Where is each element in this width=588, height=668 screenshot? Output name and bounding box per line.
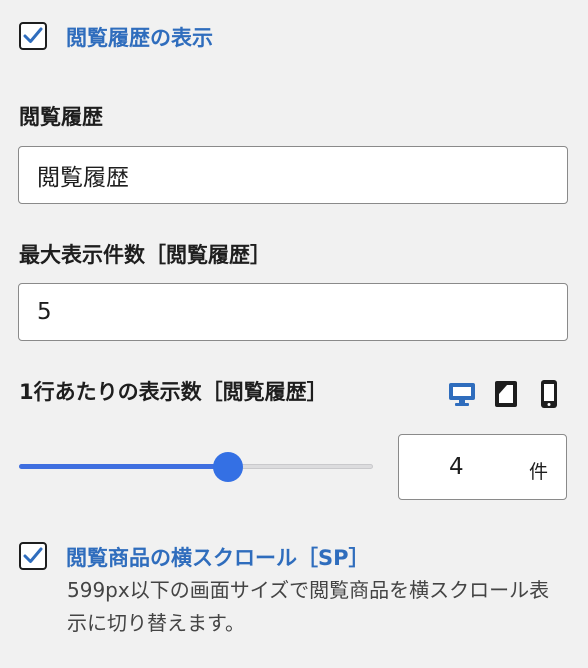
checkmark-icon bbox=[23, 547, 43, 563]
history-display-label[interactable]: 閲覧履歴の表示 bbox=[66, 22, 213, 52]
max-items-label: 最大表示件数［閲覧履歴］ bbox=[19, 243, 271, 267]
history-title-input[interactable] bbox=[18, 146, 568, 204]
horizontal-scroll-checkbox[interactable] bbox=[19, 542, 47, 570]
history-display-checkbox[interactable] bbox=[19, 22, 47, 50]
per-row-number-value: 4 bbox=[449, 454, 464, 480]
horizontal-scroll-help: 599px以下の画面サイズで閲覧商品を横スクロール表示に切り替えます。 bbox=[67, 578, 550, 635]
checkmark-icon bbox=[23, 27, 43, 43]
desktop-icon[interactable] bbox=[446, 378, 478, 410]
horizontal-scroll-label[interactable]: 閲覧商品の横スクロール［SP］ bbox=[66, 542, 370, 572]
tablet-icon[interactable] bbox=[490, 378, 522, 410]
slider-fill bbox=[19, 464, 229, 469]
per-row-label: 1行あたりの表示数［閲覧履歴］ bbox=[19, 380, 328, 404]
mobile-icon[interactable] bbox=[533, 378, 565, 410]
history-title-label: 閲覧履歴 bbox=[19, 105, 103, 129]
slider-thumb[interactable] bbox=[213, 452, 244, 482]
per-row-number-input[interactable]: 4 件 bbox=[398, 434, 567, 500]
per-row-unit: 件 bbox=[529, 461, 549, 483]
max-items-input[interactable] bbox=[18, 283, 568, 341]
